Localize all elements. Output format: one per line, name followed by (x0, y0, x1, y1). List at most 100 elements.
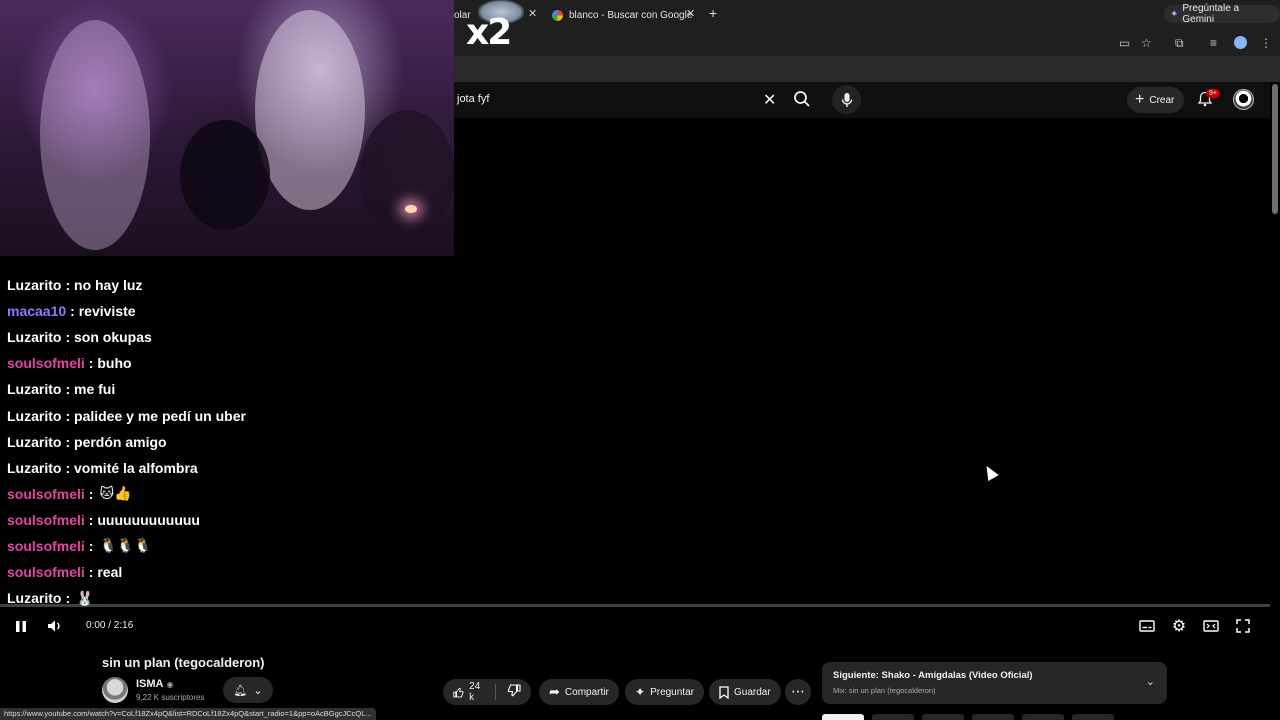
notification-count-badge: 9+ (1206, 89, 1220, 98)
create-button[interactable]: + Crear (1127, 87, 1185, 113)
volume-button[interactable] (46, 617, 64, 635)
search-icon[interactable] (793, 90, 811, 108)
subtitles-button[interactable] (1138, 617, 1156, 635)
chat-message: soulsofmeli: 🐧🐧🐧 (7, 533, 447, 559)
chat-message: soulsofmeli: 🐱👍 (7, 481, 447, 507)
ask-button[interactable]: ✦ Preguntar (625, 679, 704, 705)
chat-message: macaa10: reviviste (7, 298, 447, 324)
sparkle-icon: ✦ (635, 685, 646, 699)
chat-text: : palidee y me pedí un uber (65, 407, 246, 424)
chat-username: Luzarito (7, 329, 62, 346)
pause-icon (16, 620, 26, 632)
chat-username: Luzarito (7, 277, 62, 294)
gemini-button[interactable]: ✦ Pregúntale a Gemini (1164, 3, 1280, 25)
chat-username: soulsofmeli (7, 485, 85, 502)
gemini-sparkle-icon: ✦ (1170, 8, 1179, 20)
microphone-icon (841, 92, 852, 107)
channel-avatar[interactable] (102, 677, 128, 703)
share-label: Compartir (564, 686, 609, 698)
account-avatar[interactable] (1233, 89, 1254, 110)
browser-profile-avatar[interactable] (1234, 36, 1247, 49)
webcam-person-front (180, 120, 270, 230)
theater-mode-button[interactable] (1202, 617, 1220, 635)
filter-chip[interactable] (822, 714, 864, 720)
mouse-cursor (981, 462, 999, 482)
save-button[interactable]: Guardar (709, 679, 781, 705)
chat-username: Luzarito (7, 407, 62, 424)
pause-button[interactable] (12, 617, 30, 635)
dislike-button[interactable] (507, 684, 521, 700)
video-title: sin un plan (tegocalderon) (102, 655, 265, 670)
voice-search-button[interactable] (832, 85, 861, 114)
chat-username: soulsofmeli (7, 355, 85, 372)
create-label: Crear (1149, 94, 1175, 106)
chat-message: soulsofmeli: real (7, 559, 447, 585)
more-actions-button[interactable]: ⋯ (785, 679, 811, 705)
time-display: 0:00 / 2:16 (86, 620, 134, 631)
tab-google-search[interactable]: blanco - Buscar con Google (552, 4, 692, 26)
chevron-down-icon[interactable]: ⌄ (1146, 675, 1155, 688)
up-next-card[interactable]: Siguiente: Shako - Amígdalas (Video Ofic… (822, 662, 1167, 704)
browser-bookmarks-bar (454, 56, 1280, 82)
settings-button[interactable]: ⚙ (1170, 617, 1188, 635)
bookmark-icon (719, 685, 729, 699)
chat-message: Luzarito: palidee y me pedí un uber (7, 402, 447, 428)
channel-name[interactable]: ISMA ◉ (136, 678, 173, 690)
extensions-icon[interactable]: ⧉ (1175, 36, 1184, 51)
webcam-person-right (360, 110, 454, 240)
filter-chips (822, 714, 1114, 720)
like-dislike-group: 24 k (443, 679, 531, 705)
new-tab-button[interactable]: + (709, 5, 717, 21)
chat-username: soulsofmeli (7, 537, 85, 554)
fullscreen-icon (1236, 619, 1250, 633)
up-next-subtitle: Mix: sin un plan (tegocalderon) (833, 686, 936, 695)
subscription-notifications-button[interactable]: 🔔︎ ⌄ (223, 677, 273, 703)
chat-message: Luzarito: vomité la alfombra (7, 455, 447, 481)
ask-label: Preguntar (650, 686, 694, 698)
chat-text: : (88, 537, 94, 554)
volume-icon (48, 620, 60, 632)
thumbs-up-icon (453, 687, 464, 697)
subscriber-count: 9,22 K suscriptores (136, 693, 205, 702)
video-progress-bar[interactable] (0, 604, 1270, 607)
webcam-overlay (0, 0, 454, 256)
bookmark-star-icon[interactable]: ☆ (1141, 36, 1152, 50)
fullscreen-button[interactable] (1234, 617, 1252, 635)
cast-icon[interactable]: ▭ (1119, 36, 1130, 50)
filter-chip[interactable] (972, 714, 1014, 720)
filter-chip[interactable] (872, 714, 914, 720)
chat-text: : me fui (65, 381, 116, 398)
media-controls-icon[interactable]: ≡ (1210, 36, 1217, 50)
webcam-person-left (40, 20, 150, 250)
tab-close-icon[interactable]: ✕ (686, 7, 695, 20)
tab-close-icon[interactable]: ✕ (528, 7, 537, 20)
up-next-title: Siguiente: Shako - Amígdalas (Video Ofic… (833, 670, 1033, 681)
filter-chip[interactable] (1072, 714, 1114, 720)
filter-chip[interactable] (1022, 714, 1064, 720)
share-button[interactable]: ➦ Compartir (539, 679, 619, 705)
theater-mode-icon (1203, 620, 1219, 632)
thumbs-down-icon (507, 684, 521, 697)
verified-badge-icon: ◉ (166, 680, 174, 689)
chat-message: Luzarito: no hay luz (7, 272, 447, 298)
chat-overlay: Luzarito: no hay luz macaa10: reviviste … (7, 272, 447, 611)
filter-chip[interactable] (922, 714, 964, 720)
more-horizontal-icon: ⋯ (791, 683, 805, 699)
chat-message: Luzarito: son okupas (7, 324, 447, 350)
page-scrollbar[interactable] (1272, 84, 1278, 214)
chat-text: : perdón amigo (65, 433, 167, 450)
chat-text: : (88, 485, 94, 502)
search-input[interactable]: jota fyf (457, 93, 489, 105)
like-button[interactable]: 24 k (453, 681, 484, 703)
browser-menu-icon[interactable]: ⋮ (1260, 36, 1272, 50)
chat-text: : uuuuuuuuuuuu (88, 511, 200, 528)
chat-message: Luzarito: perdón amigo (7, 429, 447, 455)
webcam-person-center (255, 10, 365, 210)
share-icon: ➦ (549, 684, 560, 699)
chat-message: soulsofmeli: uuuuuuuuuuuu (7, 507, 447, 533)
clear-search-icon[interactable]: ✕ (763, 90, 776, 110)
chat-text: : vomité la alfombra (65, 459, 198, 476)
chat-message: soulsofmeli: buho (7, 350, 447, 376)
like-divider (495, 684, 496, 700)
chat-text: : buho (88, 355, 132, 372)
